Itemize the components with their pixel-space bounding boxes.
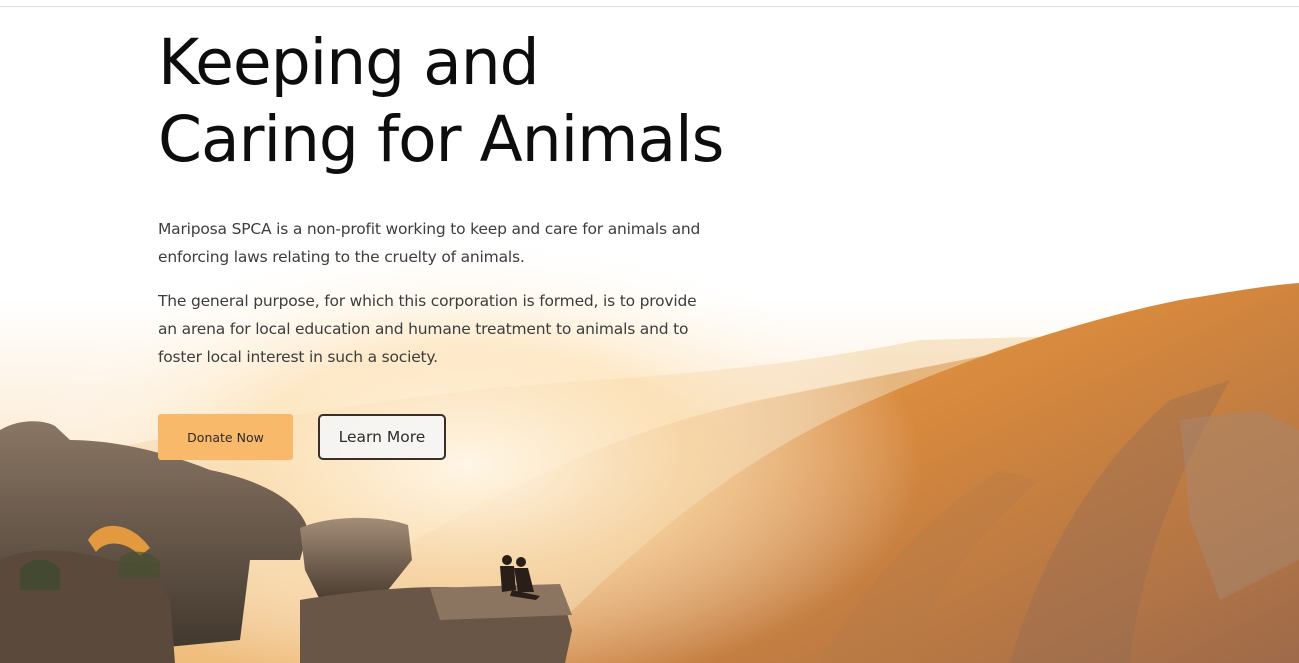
hero-section: Keeping and Caring for Animals Mariposa …: [0, 0, 1299, 663]
intro-paragraph: Mariposa SPCA is a non-profit working to…: [158, 220, 701, 266]
learn-more-button[interactable]: Learn More: [318, 414, 446, 460]
donate-now-button[interactable]: Donate Now: [158, 414, 293, 460]
hero-actions: Donate Now Learn More: [158, 414, 446, 460]
purpose-paragraph: The general purpose, for which this corp…: [158, 292, 697, 366]
hero-content: Keeping and Caring for Animals Mariposa …: [158, 24, 778, 371]
headline-line-2: Caring for Animals: [158, 103, 724, 176]
headline-line-1: Keeping and: [158, 26, 540, 99]
header-divider: [0, 6, 1299, 7]
hero-headline: Keeping and Caring for Animals: [158, 24, 778, 178]
